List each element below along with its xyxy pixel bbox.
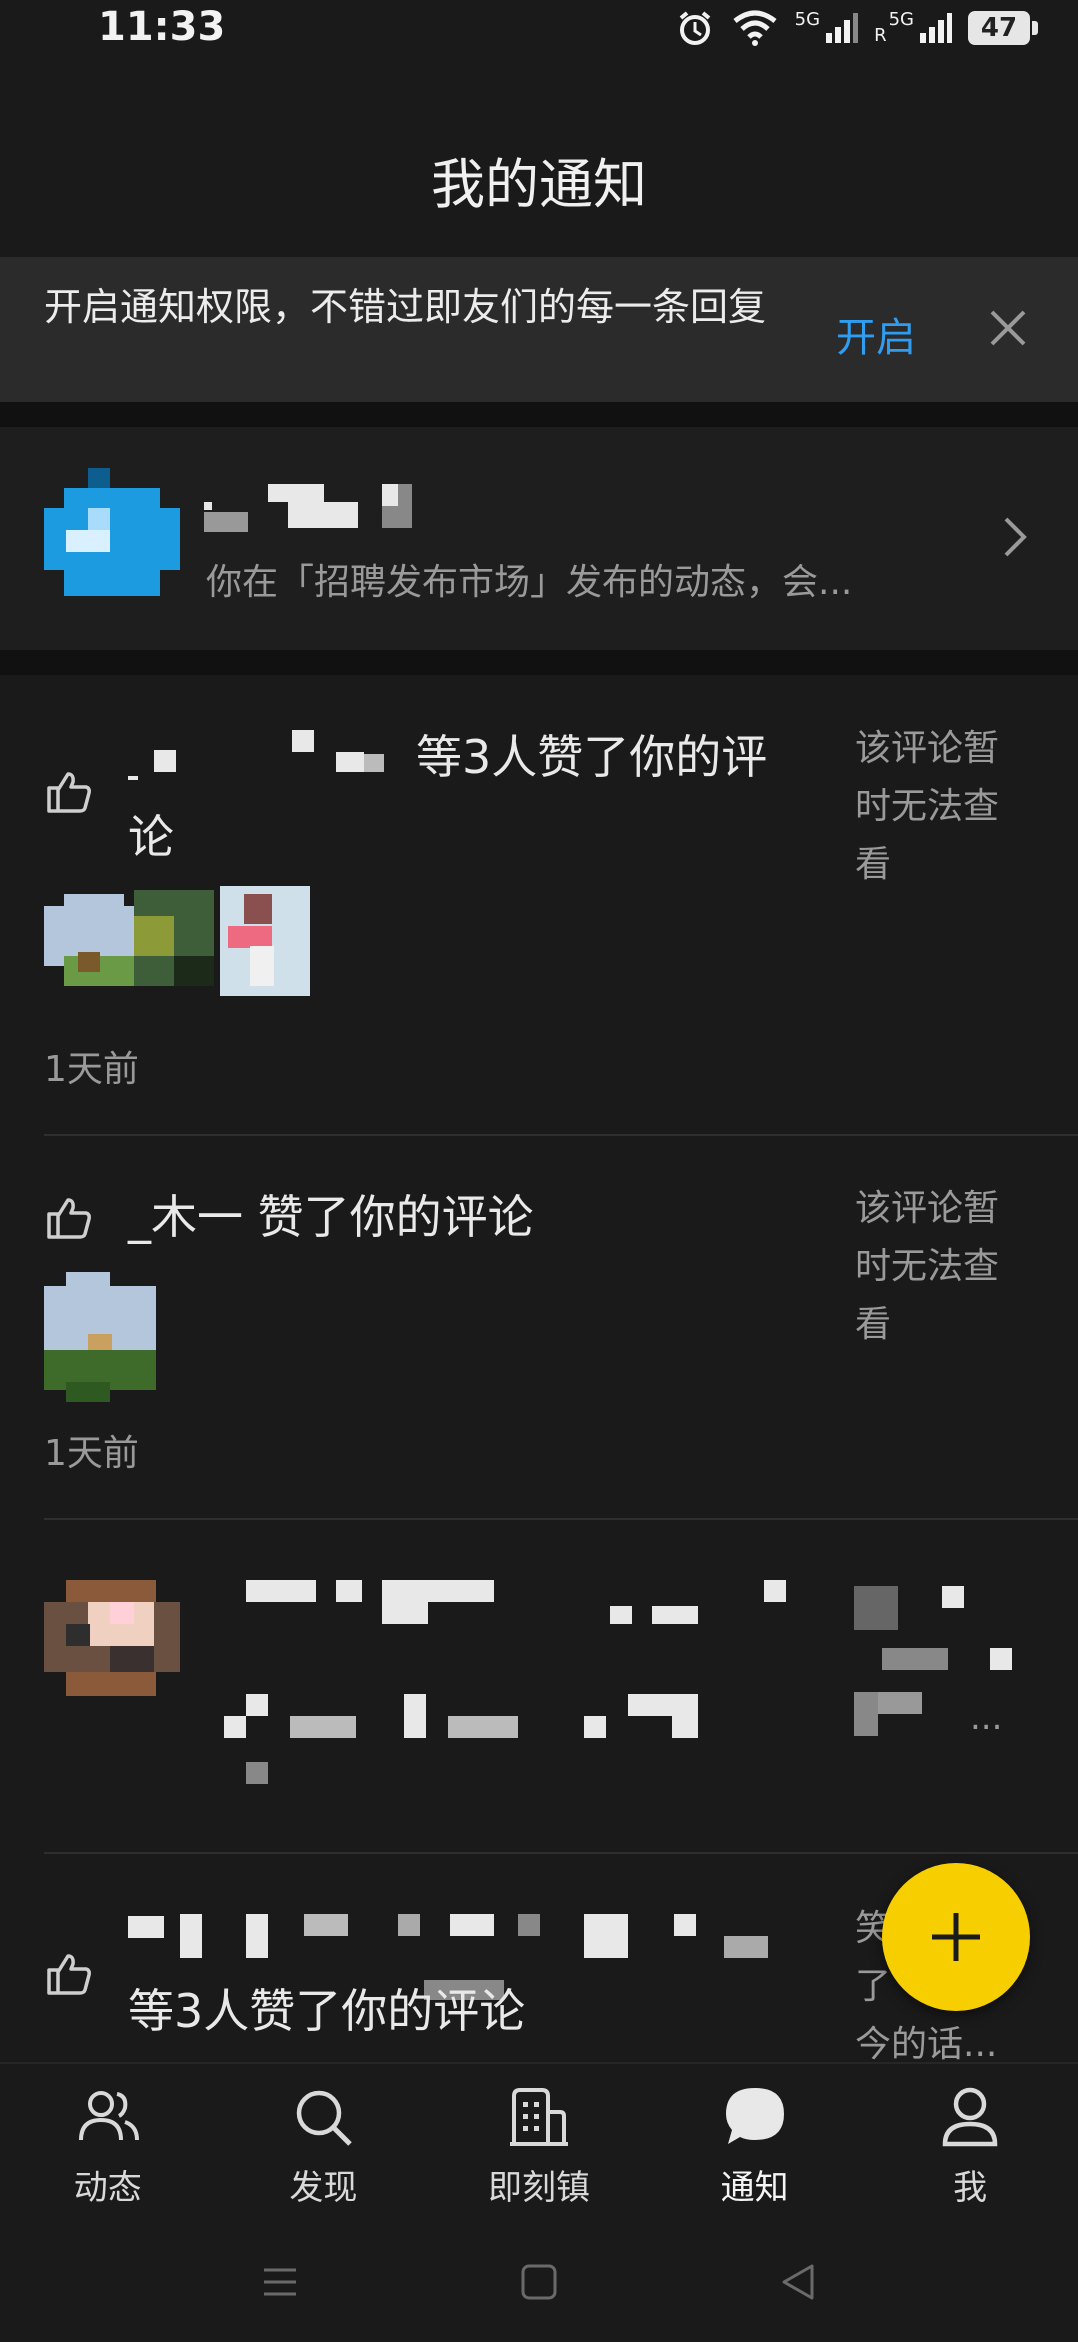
search-icon [297,2090,353,2146]
nav-item-dynamics[interactable]: 动态 [0,2064,216,2224]
back-icon[interactable] [778,2262,818,2302]
banner-text: 开启通知权限，不错过即友们的每一条回复 [44,285,767,329]
alarm-icon [679,11,710,45]
status-time: 11:33 [98,4,226,50]
person-icon [942,2087,998,2147]
thumbs-up-icon [47,772,91,813]
signal-icon [826,13,859,43]
avatar [44,468,180,596]
section-divider [0,402,1078,427]
like-notification-text: 等3人赞了你的评论 [128,1984,526,2038]
blurred-comment-preview: ... [852,1576,1022,1738]
wifi-icon [733,10,777,46]
system-message-text: 你在「招聘发布市场」发布的动态，会... [206,562,853,603]
bottom-navigation: 动态 发现 即刻镇 通知 我 [0,2062,1078,2224]
close-icon[interactable] [988,308,1028,348]
liker-avatar [44,1272,156,1402]
like-notification-text-cont: 论 [128,810,174,864]
signal-label-2: 5G [888,8,914,30]
comment-unavailable-text: 该评论暂 时无法查 看 [855,1188,1000,1345]
section-divider [0,650,1078,675]
blurred-username [204,484,444,532]
row-divider [44,1518,1078,1520]
nav-label: 动态 [73,2168,142,2208]
blurred-comment [220,1576,800,1786]
chat-bubble-icon [725,2088,784,2144]
like-notification-text: _木一 赞了你的评论 [128,1190,534,1244]
timestamp: 1天前 [44,1433,139,1474]
page-title: 我的通知 [431,153,647,216]
users-icon [78,2091,139,2141]
system-navigation-bar [0,2222,1078,2342]
avatar [44,1580,180,1696]
roaming-label: R [874,24,887,46]
nav-item-town[interactable]: 即刻镇 [431,2064,647,2224]
nav-item-discover[interactable]: 发现 [216,2064,432,2224]
liker-avatars [44,886,310,996]
signal-icon-2 [920,13,952,43]
create-post-button[interactable] [882,1863,1030,2011]
thumbs-up-icon [47,1954,91,1995]
timestamp: 1天前 [44,1049,139,1090]
battery-indicator: 47 [968,11,1038,45]
home-icon[interactable] [519,2262,559,2302]
thumbs-up-icon [47,1198,91,1239]
like-notification-text: 等3人赞了你的评 [416,730,768,784]
nav-label: 通知 [720,2168,789,2208]
blurred-usernames [128,728,388,788]
menu-icon[interactable] [260,2262,300,2302]
status-icons: 5G R 5G 47 [675,6,1038,50]
nav-label: 发现 [289,2168,358,2208]
nav-item-notifications[interactable]: 通知 [647,2064,863,2224]
nav-item-me[interactable]: 我 [862,2064,1078,2224]
row-divider [44,1134,1078,1136]
signal-label-1: 5G [794,8,821,30]
nav-label: 即刻镇 [487,2168,590,2208]
plus-icon [932,1913,980,1961]
building-icon [509,2088,568,2146]
nav-label: 我 [953,2168,988,2208]
chevron-right-icon [1004,517,1027,557]
enable-notifications-button[interactable]: 开启 [836,305,916,363]
row-divider [44,1852,1078,1854]
comment-unavailable-text: 该评论暂 时无法查 看 [855,728,1000,885]
